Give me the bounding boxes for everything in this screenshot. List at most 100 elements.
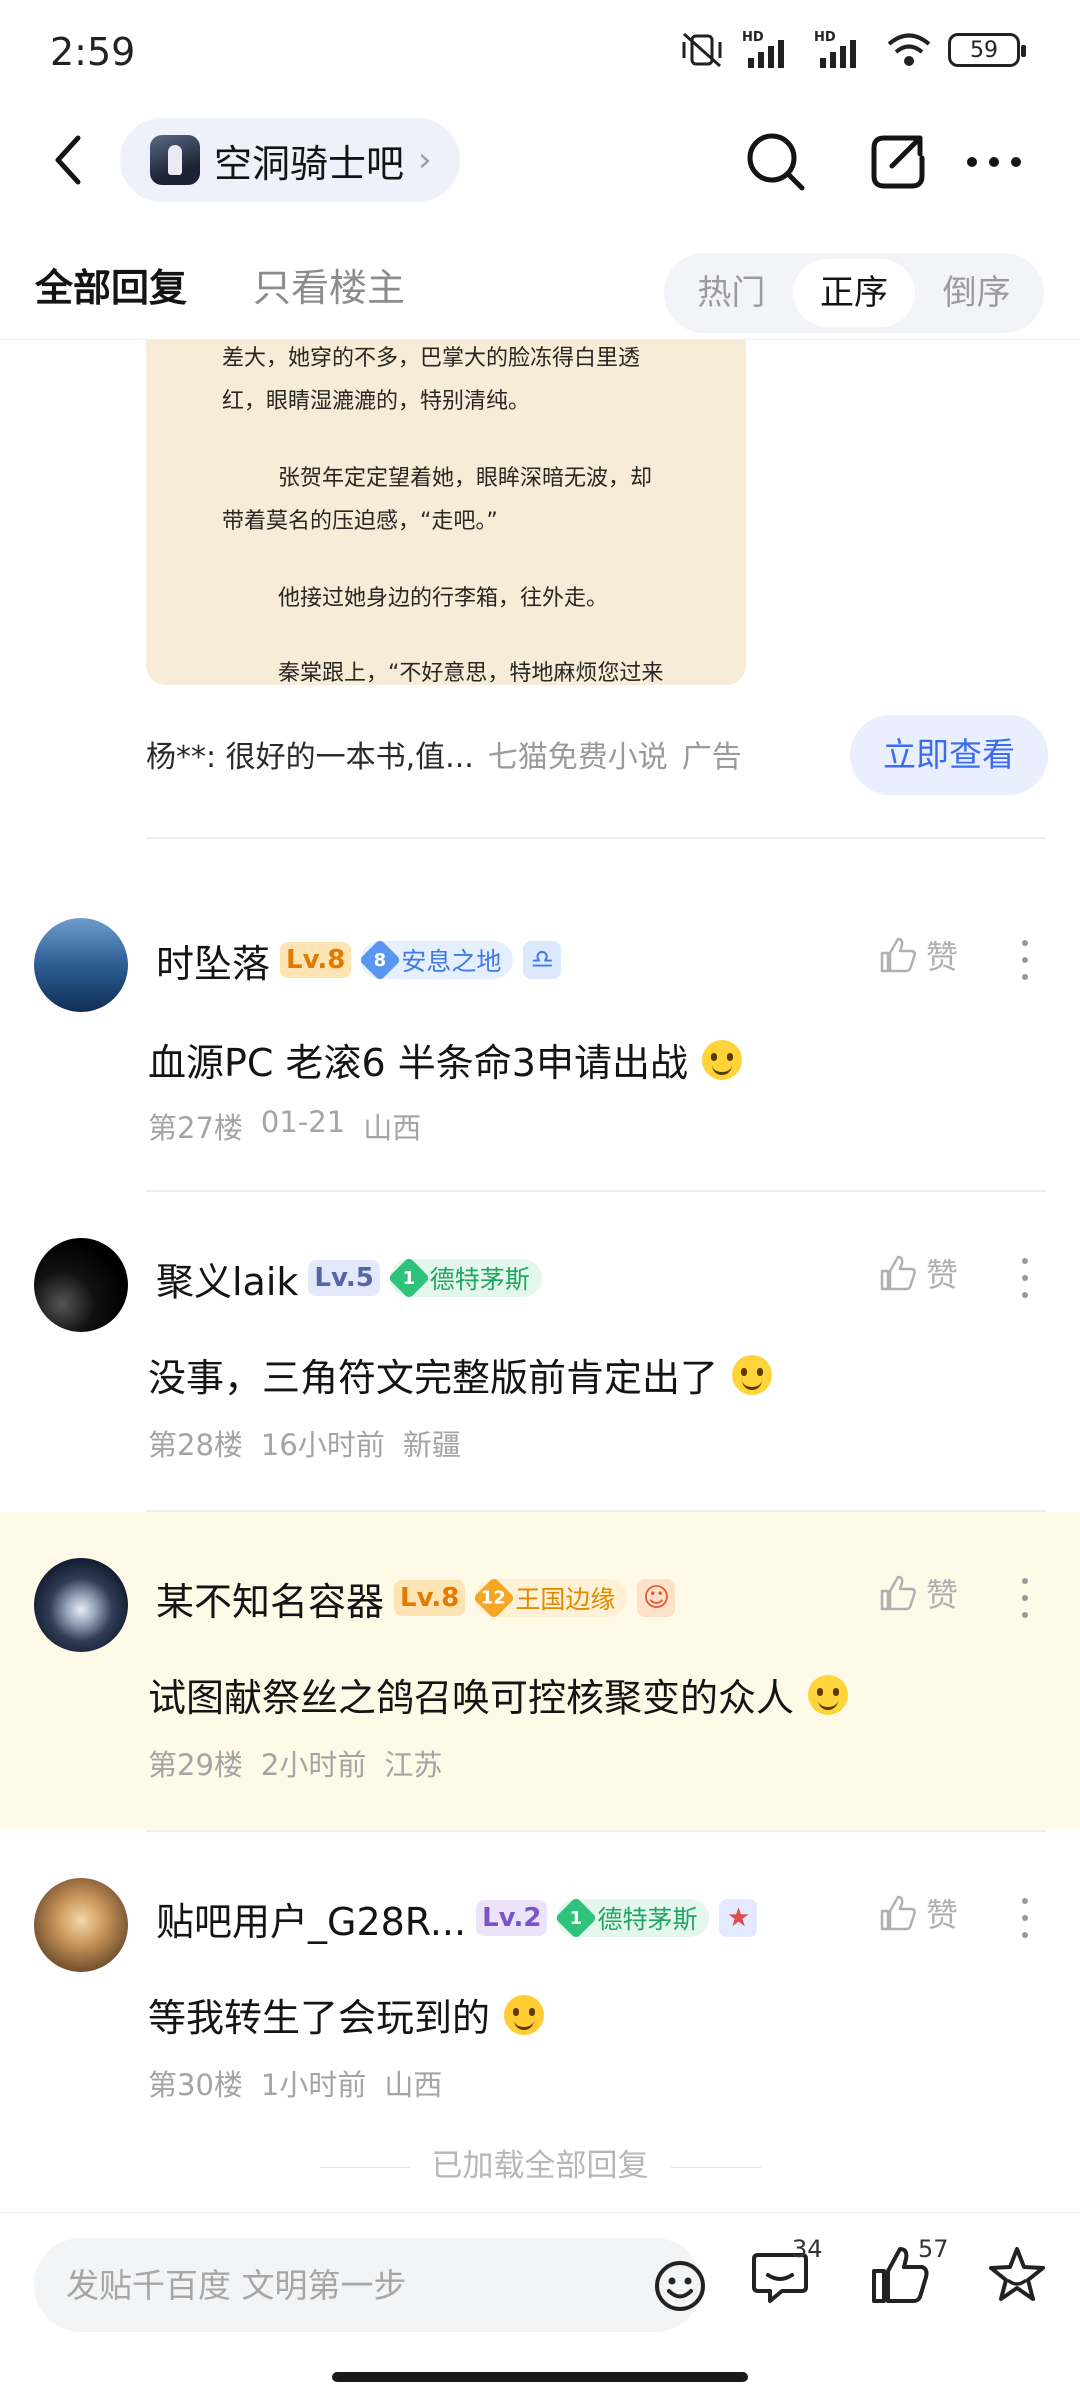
smile-emoji-icon xyxy=(732,1354,773,1395)
comment-meta: 第29楼 2小时前 江苏 xyxy=(148,1742,442,1784)
top-nav: 空洞骑士吧 › xyxy=(0,110,1080,210)
status-bar: 2:59 HD HD 59 xyxy=(0,0,1080,105)
ad-label: 广告 xyxy=(681,740,742,775)
like-button[interactable]: 赞 xyxy=(878,1890,958,1936)
comment-meta: 第28楼 16小时前 新疆 xyxy=(148,1422,461,1464)
status-time: 2:59 xyxy=(50,30,136,74)
location: 新疆 xyxy=(402,1428,461,1462)
comment-item: 聚义laik Lv.5 1 德特茅斯 赞 没事，三角符文完整版前肯定出了 第28… xyxy=(0,1192,1080,1510)
more-icon[interactable] xyxy=(1010,1898,1040,1938)
floor-number: 第29楼 xyxy=(148,1748,243,1782)
avatar[interactable] xyxy=(34,1878,128,1972)
post-time: 01-21 xyxy=(260,1105,346,1139)
forum-pill[interactable]: 空洞骑士吧 › xyxy=(120,118,460,202)
level-badge: Lv.8 xyxy=(280,942,352,978)
ad-review: 杨**: 很好的一本书,值... xyxy=(146,740,474,775)
libra-icon: ♎ xyxy=(523,941,562,979)
pray-emoji-icon xyxy=(504,1994,545,2035)
username[interactable]: 贴吧用户_G28R... xyxy=(156,1891,466,1946)
comment-count: 34 xyxy=(792,2235,823,2263)
divider xyxy=(146,837,1046,839)
ad-view-button[interactable]: 立即查看 xyxy=(850,715,1048,795)
floor-number: 第27楼 xyxy=(148,1111,243,1145)
sort-ascending[interactable]: 正序 xyxy=(792,259,916,327)
sort-toggle: 热门 正序 倒序 xyxy=(664,253,1044,333)
level-badge: Lv.8 xyxy=(394,1580,466,1616)
like-button[interactable]: 赞 xyxy=(878,932,958,978)
location: 江苏 xyxy=(384,1748,443,1782)
comment-text: 没事，三角符文完整版前肯定出了 xyxy=(148,1347,773,1402)
signal-icon-1: HD xyxy=(742,30,798,70)
thumb-up-icon xyxy=(880,937,916,973)
user-row: 贴吧用户_G28R... Lv.2 1 德特茅斯 ★ xyxy=(156,1890,758,1946)
forum-name: 空洞骑士吧 xyxy=(214,141,405,186)
floor-number: 第30楼 xyxy=(148,2068,243,2102)
ad-source: 七猫免费小说 xyxy=(487,740,668,775)
tab-all-replies[interactable]: 全部回复 xyxy=(35,257,187,312)
comment-text: 血源PC 老滚6 半条命3申请出战 xyxy=(148,1032,742,1087)
ad-text-line: 秦棠跟上，“不好意思，特地麻烦您过来 xyxy=(278,661,664,685)
location: 山西 xyxy=(384,2068,443,2102)
share-icon[interactable] xyxy=(862,126,934,198)
battery-icon: 59 xyxy=(948,33,1026,67)
floor-number: 第28楼 xyxy=(148,1428,243,1462)
emoji-icon[interactable] xyxy=(652,2258,708,2314)
home-indicator[interactable] xyxy=(332,2372,748,2382)
more-icon[interactable] xyxy=(1010,1258,1040,1298)
more-icon[interactable] xyxy=(1010,1578,1040,1618)
post-time: 16小时前 xyxy=(260,1428,385,1462)
comment-text: 试图献祭丝之鸽召唤可控核聚变的众人 xyxy=(148,1667,849,1722)
more-icon[interactable] xyxy=(958,126,1030,198)
all-loaded-label: 已加载全部回复 xyxy=(0,2140,1080,2185)
user-row: 聚义laik Lv.5 1 德特茅斯 xyxy=(156,1250,542,1306)
level-badge: Lv.5 xyxy=(308,1260,380,1296)
smile-emoji-icon xyxy=(808,1674,849,1715)
avatar[interactable] xyxy=(34,1558,128,1652)
smile-emoji-icon xyxy=(701,1039,742,1080)
ad-caption: 杨**: 很好的一本书,值... 七猫免费小说 广告 xyxy=(146,732,742,776)
ad-text-line: 红，眼睛湿漉漉的，特别清纯。 xyxy=(222,389,531,414)
comment-meta: 第27楼 01-21 山西 xyxy=(148,1105,421,1147)
comment-text: 等我转生了会玩到的 xyxy=(148,1987,545,2042)
post-time: 2小时前 xyxy=(260,1748,367,1782)
forum-title-badge: 8 安息之地 xyxy=(359,938,514,982)
ad-text-line: 带着莫名的压迫感，“走吧。” xyxy=(222,509,498,534)
sort-descending[interactable]: 倒序 xyxy=(915,259,1038,327)
comment-item: 贴吧用户_G28R... Lv.2 1 德特茅斯 ★ 赞 等我转生了会玩到的 第… xyxy=(0,1832,1080,2132)
forum-title-badge: 1 德特茅斯 xyxy=(387,1256,542,1300)
username[interactable]: 时坠落 xyxy=(156,933,270,988)
username[interactable]: 聚义laik xyxy=(156,1251,298,1306)
chevron-right-icon: › xyxy=(418,140,432,180)
forum-title-badge: 12 王国边缘 xyxy=(473,1576,628,1620)
more-icon[interactable] xyxy=(1010,940,1040,980)
avatar[interactable] xyxy=(34,918,128,1012)
thumb-up-icon xyxy=(880,1895,916,1931)
bottom-bar: 34 57 xyxy=(0,2212,1080,2357)
ad-image[interactable]: 差大，她穿的不多，巴掌大的脸冻得白里透 红，眼睛湿漉漉的，特别清纯。 张贺年定定… xyxy=(146,340,746,685)
back-icon[interactable] xyxy=(40,128,100,192)
sort-hot[interactable]: 热门 xyxy=(670,259,793,327)
username[interactable]: 某不知名容器 xyxy=(156,1571,384,1626)
like-button[interactable]: 赞 xyxy=(878,1250,958,1296)
reply-input[interactable] xyxy=(66,2238,606,2332)
tab-op-only[interactable]: 只看楼主 xyxy=(253,257,405,312)
reply-input-box xyxy=(34,2238,705,2332)
mute-vibrate-icon xyxy=(682,32,722,68)
thumb-up-icon xyxy=(880,1255,916,1291)
avatar[interactable] xyxy=(34,1238,128,1332)
comment-meta: 第30楼 1小时前 山西 xyxy=(148,2062,442,2104)
forum-title-badge: 1 德特茅斯 xyxy=(555,1896,710,1940)
status-icons: HD HD 59 xyxy=(678,30,1026,70)
search-icon[interactable] xyxy=(740,126,812,198)
comment-item: 某不知名容器 Lv.8 12 王国边缘 ☺ 赞 试图献祭丝之鸽召唤可控核聚变的众… xyxy=(0,1512,1080,1830)
reply-tabbar: 全部回复 只看楼主 热门 正序 倒序 xyxy=(0,245,1080,340)
thumb-up-icon xyxy=(880,1575,916,1611)
ad-text-line: 张贺年定定望着她，眼眸深暗无波，却 xyxy=(278,466,653,491)
star-badge-icon: ★ xyxy=(719,1899,758,1937)
star-icon[interactable] xyxy=(985,2243,1049,2307)
wifi-icon xyxy=(887,33,931,66)
like-button[interactable]: 赞 xyxy=(878,1570,958,1616)
comment-item: 时坠落 Lv.8 8 安息之地 ♎ 赞 血源PC 老滚6 半条命3申请出战 第2… xyxy=(0,890,1080,1190)
forum-avatar xyxy=(150,135,200,185)
user-row: 某不知名容器 Lv.8 12 王国边缘 ☺ xyxy=(156,1570,676,1626)
